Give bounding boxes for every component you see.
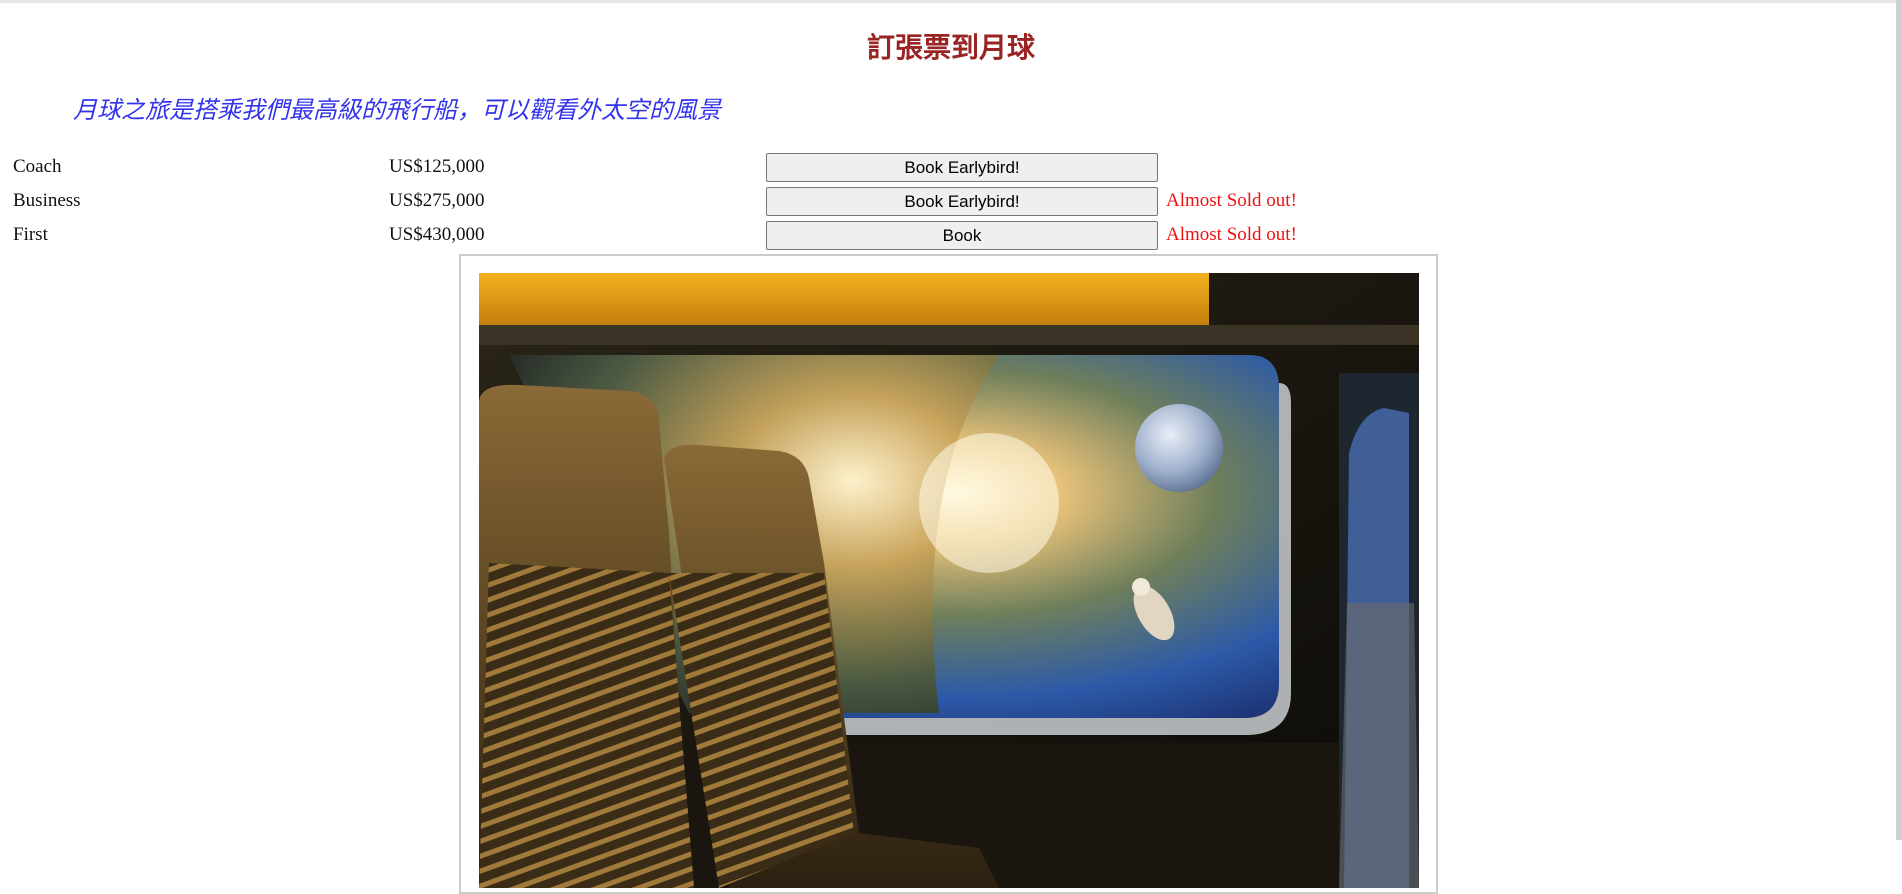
ticket-class: First bbox=[13, 224, 48, 245]
book-earlybird-button[interactable]: Book Earlybird! bbox=[766, 187, 1158, 216]
spaceship-window-image bbox=[479, 273, 1419, 888]
page-scrollbar[interactable] bbox=[1896, 0, 1902, 840]
ticket-row-business: Business US$275,000 Book Earlybird! Almo… bbox=[0, 184, 1400, 218]
ticket-price: US$275,000 bbox=[389, 190, 485, 211]
page-title: 訂張票到月球 bbox=[866, 31, 1035, 64]
ticket-price: US$125,000 bbox=[389, 156, 485, 177]
ticket-price: US$430,000 bbox=[389, 224, 485, 245]
ticket-row-first: First US$430,000 Book Almost Sold out! bbox=[0, 218, 1400, 252]
ticket-row-coach: Coach US$125,000 Book Earlybird! bbox=[0, 150, 1400, 184]
page-subtitle: 月球之旅是搭乘我們最高級的飛行船，可以觀看外太空的風景 bbox=[73, 96, 721, 124]
sold-out-notice: Almost Sold out! bbox=[1166, 190, 1297, 211]
ticket-class: Coach bbox=[13, 156, 62, 177]
book-button[interactable]: Book bbox=[766, 221, 1158, 250]
book-earlybird-button[interactable]: Book Earlybird! bbox=[766, 153, 1158, 182]
ticket-class: Business bbox=[13, 190, 81, 211]
sold-out-notice: Almost Sold out! bbox=[1166, 224, 1297, 245]
top-border bbox=[0, 0, 1902, 3]
